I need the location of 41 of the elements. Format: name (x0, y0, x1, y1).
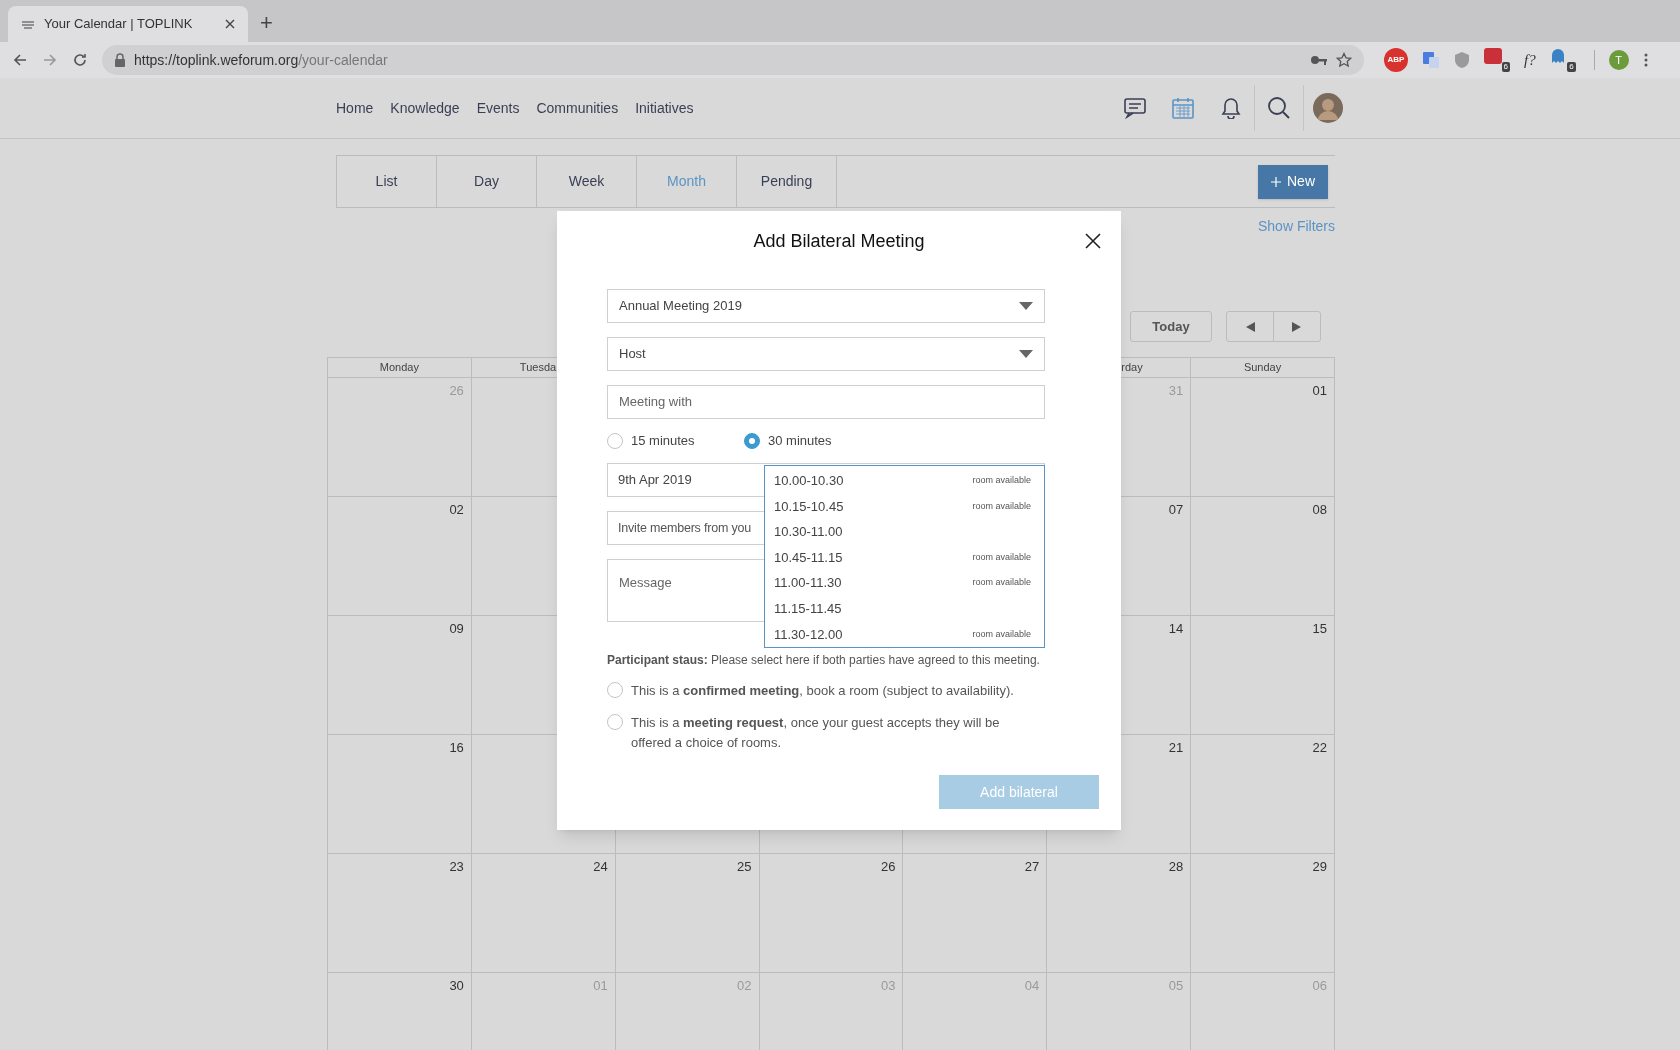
day-number: 26 (880, 858, 896, 876)
day-number: 26 (449, 382, 464, 400)
day-number: 24 (593, 858, 608, 876)
radio-label: 15 minutes (631, 432, 695, 451)
day-number: 01 (593, 977, 608, 995)
weekday-header: Monday (328, 358, 472, 378)
day-number: 15 (1312, 620, 1327, 638)
placeholder-text: Invite members from you (618, 519, 751, 537)
day-number: 30 (449, 977, 464, 995)
day-number: 07 (1168, 501, 1184, 519)
day-number: 31 (1168, 382, 1184, 400)
participant-status-text: Participant staus: Please select here if both parties have agreed to this meeting. (607, 652, 1041, 669)
day-number: 21 (1168, 739, 1184, 757)
day-number: 05 (1168, 977, 1184, 995)
day-number: 25 (737, 858, 752, 876)
date-value: 9th Apr 2019 (618, 471, 692, 490)
day-number: 29 (1312, 858, 1327, 876)
badge: 6 (1501, 62, 1510, 72)
day-number: 09 (449, 620, 464, 638)
day-number: 23 (449, 858, 464, 876)
weekday-header: Sunday (1191, 358, 1335, 378)
tab-title: Your Calendar | TOPLINK (44, 15, 194, 34)
day-number: 14 (1168, 620, 1184, 638)
day-number: 28 (1168, 858, 1184, 876)
day-number: 08 (1312, 501, 1327, 519)
day-number: 01 (1312, 382, 1327, 400)
radio-label: 30 minutes (768, 432, 832, 451)
day-number: 02 (449, 501, 464, 519)
option-label: This is a meeting request, once your guest accepts they will be offered a choice of rooms. (631, 714, 1001, 752)
day-number: 16 (449, 739, 464, 757)
url-text: https://toplink.weforum.org/your-calendar (134, 50, 389, 70)
day-number: 03 (880, 977, 896, 995)
placeholder-text: Message (619, 575, 672, 590)
dialog-title: Add Bilateral Meeting (753, 229, 925, 253)
day-number: 02 (737, 977, 752, 995)
day-number: 22 (1312, 739, 1327, 757)
day-number: 27 (1024, 858, 1040, 876)
option-label: This is a confirmed meeting, book a room (subject to availability). (631, 682, 1014, 700)
day-number: 04 (1024, 977, 1040, 995)
badge: 6 (1567, 62, 1576, 72)
day-number: 06 (1312, 977, 1327, 995)
